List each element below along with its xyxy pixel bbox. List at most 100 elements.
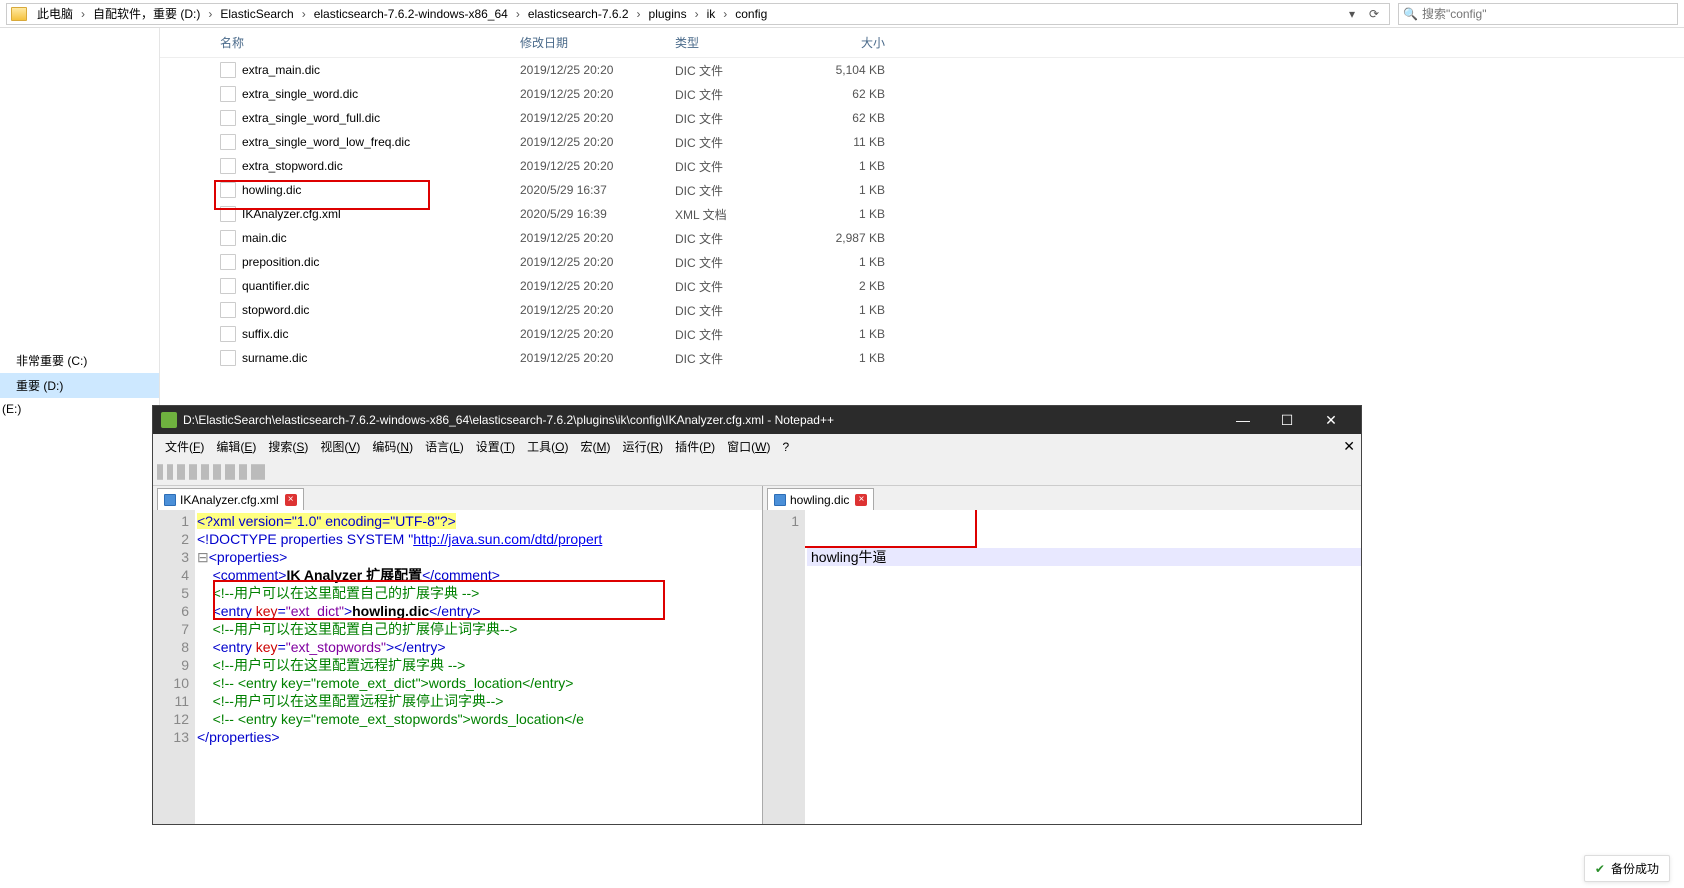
file-row[interactable]: main.dic2019/12/25 20:20DIC 文件2,987 KB	[160, 226, 1684, 250]
breadcrumb-segment[interactable]: ElasticSearch	[214, 7, 299, 21]
menu-item[interactable]: 设置(T)	[470, 440, 521, 454]
file-date: 2019/12/25 20:20	[520, 279, 675, 293]
file-type: DIC 文件	[675, 326, 795, 343]
menu-item[interactable]: 编码(N)	[366, 440, 419, 454]
menu-item[interactable]: 运行(R)	[616, 440, 669, 454]
file-row[interactable]: extra_single_word_low_freq.dic2019/12/25…	[160, 130, 1684, 154]
file-row[interactable]: howling.dic2020/5/29 16:37DIC 文件1 KB	[160, 178, 1684, 202]
file-list-header[interactable]: 名称 修改日期 类型 大小	[160, 28, 1684, 58]
notepadpp-window: D:\ElasticSearch\elasticsearch-7.6.2-win…	[152, 405, 1362, 825]
file-icon	[220, 302, 236, 318]
search-box[interactable]: 🔍	[1398, 3, 1678, 25]
status-toast: ✔ 备份成功	[1584, 855, 1670, 882]
file-row[interactable]: preposition.dic2019/12/25 20:20DIC 文件1 K…	[160, 250, 1684, 274]
tab-close-icon[interactable]: ×	[285, 494, 297, 506]
code-editor-left[interactable]: 12345678910111213 <?xml version="1.0" en…	[153, 510, 762, 824]
file-name: howling.dic	[242, 183, 520, 197]
toolbar-button[interactable]	[207, 464, 209, 480]
tab-ikanalyzer[interactable]: IKAnalyzer.cfg.xml ×	[157, 488, 304, 510]
search-icon: 🔍	[1403, 7, 1418, 21]
file-size: 1 KB	[795, 207, 885, 221]
menu-item[interactable]: 文件(F)	[159, 440, 210, 454]
breadcrumb-segment[interactable]: elasticsearch-7.6.2	[522, 7, 635, 21]
tab-close-icon[interactable]: ×	[855, 494, 867, 506]
breadcrumb-segment[interactable]: ik	[701, 7, 722, 21]
file-name: preposition.dic	[242, 255, 520, 269]
file-row[interactable]: IKAnalyzer.cfg.xml2020/5/29 16:39XML 文档1…	[160, 202, 1684, 226]
search-input[interactable]	[1422, 7, 1673, 21]
col-size[interactable]: 大小	[795, 34, 885, 51]
breadcrumb-segment[interactable]: elasticsearch-7.6.2-windows-x86_64	[308, 7, 514, 21]
minimize-button[interactable]: —	[1221, 406, 1265, 434]
file-row[interactable]: extra_single_word.dic2019/12/25 20:20DIC…	[160, 82, 1684, 106]
menu-item[interactable]: 宏(M)	[574, 440, 616, 454]
file-date: 2020/5/29 16:37	[520, 183, 675, 197]
toolbar-button[interactable]	[263, 464, 265, 480]
file-row[interactable]: extra_single_word_full.dic2019/12/25 20:…	[160, 106, 1684, 130]
refresh-icon[interactable]: ⟳	[1363, 4, 1385, 24]
line-numbers: 12345678910111213	[153, 510, 195, 824]
breadcrumb-segment[interactable]: 此电脑	[31, 7, 79, 21]
toolbar-button[interactable]	[195, 464, 197, 480]
drive-d[interactable]: 重要 (D:)	[0, 373, 159, 398]
maximize-button[interactable]: ☐	[1265, 406, 1309, 434]
col-type[interactable]: 类型	[675, 34, 795, 51]
menu-bar[interactable]: 文件(F)编辑(E)搜索(S)视图(V)编码(N)语言(L)设置(T)工具(O)…	[153, 434, 1361, 458]
close-button[interactable]: ✕	[1309, 406, 1353, 434]
address-bar[interactable]: 此电脑自配软件，重要 (D:) ElasticSearch elasticsearc…	[6, 3, 1390, 25]
toolbar-button[interactable]	[245, 464, 247, 480]
left-tabstrip[interactable]: IKAnalyzer.cfg.xml ×	[153, 486, 762, 510]
file-row[interactable]: extra_main.dic2019/12/25 20:20DIC 文件5,10…	[160, 58, 1684, 82]
tab-howling[interactable]: howling.dic ×	[767, 488, 874, 510]
drive-e[interactable]: (E:)	[0, 398, 159, 420]
col-name[interactable]: 名称	[220, 34, 520, 51]
toolbar-button[interactable]	[219, 464, 221, 480]
menu-item[interactable]: 窗口(W)	[721, 440, 776, 454]
address-dropdown-icon[interactable]: ▾	[1341, 4, 1363, 24]
toolbar-button[interactable]	[171, 464, 173, 480]
file-row[interactable]: stopword.dic2019/12/25 20:20DIC 文件1 KB	[160, 298, 1684, 322]
file-size: 11 KB	[795, 135, 885, 149]
menu-item[interactable]: ?	[776, 440, 795, 454]
file-size: 62 KB	[795, 111, 885, 125]
breadcrumb-segment[interactable]: plugins	[643, 7, 693, 21]
toolbar-button[interactable]	[233, 464, 235, 480]
toolbar-button[interactable]	[161, 464, 163, 480]
file-row[interactable]: extra_stopword.dic2019/12/25 20:20DIC 文件…	[160, 154, 1684, 178]
doc-close-icon[interactable]: ✕	[1343, 438, 1355, 455]
menu-item[interactable]: 工具(O)	[521, 440, 574, 454]
right-tabstrip[interactable]: howling.dic ×	[763, 486, 1361, 510]
menu-item[interactable]: 编辑(E)	[210, 440, 262, 454]
file-name: stopword.dic	[242, 303, 520, 317]
col-date[interactable]: 修改日期	[520, 34, 675, 51]
drive-c[interactable]: 非常重要 (C:)	[0, 348, 159, 373]
title-bar[interactable]: D:\ElasticSearch\elasticsearch-7.6.2-win…	[153, 406, 1361, 434]
breadcrumb-segment[interactable]: 自配软件，重要 (D:)	[87, 7, 206, 21]
file-list[interactable]: 名称 修改日期 类型 大小 extra_main.dic2019/12/25 2…	[160, 28, 1684, 416]
code-editor-right[interactable]: 1 howling牛逼	[763, 510, 1361, 824]
toolbar[interactable]	[153, 458, 1361, 486]
file-size: 62 KB	[795, 87, 885, 101]
file-icon	[220, 182, 236, 198]
menu-item[interactable]: 视图(V)	[314, 440, 366, 454]
save-icon	[164, 494, 176, 506]
file-icon	[220, 158, 236, 174]
file-type: DIC 文件	[675, 110, 795, 127]
annotation-box-right	[805, 510, 977, 548]
file-row[interactable]: quantifier.dic2019/12/25 20:20DIC 文件2 KB	[160, 274, 1684, 298]
toolbar-button[interactable]	[183, 464, 185, 480]
file-size: 1 KB	[795, 159, 885, 173]
file-row[interactable]: suffix.dic2019/12/25 20:20DIC 文件1 KB	[160, 322, 1684, 346]
menu-item[interactable]: 语言(L)	[419, 440, 470, 454]
file-date: 2019/12/25 20:20	[520, 111, 675, 125]
file-row[interactable]: surname.dic2019/12/25 20:20DIC 文件1 KB	[160, 346, 1684, 370]
breadcrumb-segment[interactable]: config	[729, 7, 773, 21]
file-name: extra_single_word_full.dic	[242, 111, 520, 125]
file-date: 2019/12/25 20:20	[520, 159, 675, 173]
file-type: DIC 文件	[675, 230, 795, 247]
file-name: extra_main.dic	[242, 63, 520, 77]
file-date: 2019/12/25 20:20	[520, 135, 675, 149]
menu-item[interactable]: 搜索(S)	[262, 440, 314, 454]
menu-item[interactable]: 插件(P)	[669, 440, 721, 454]
file-name: extra_single_word_low_freq.dic	[242, 135, 520, 149]
